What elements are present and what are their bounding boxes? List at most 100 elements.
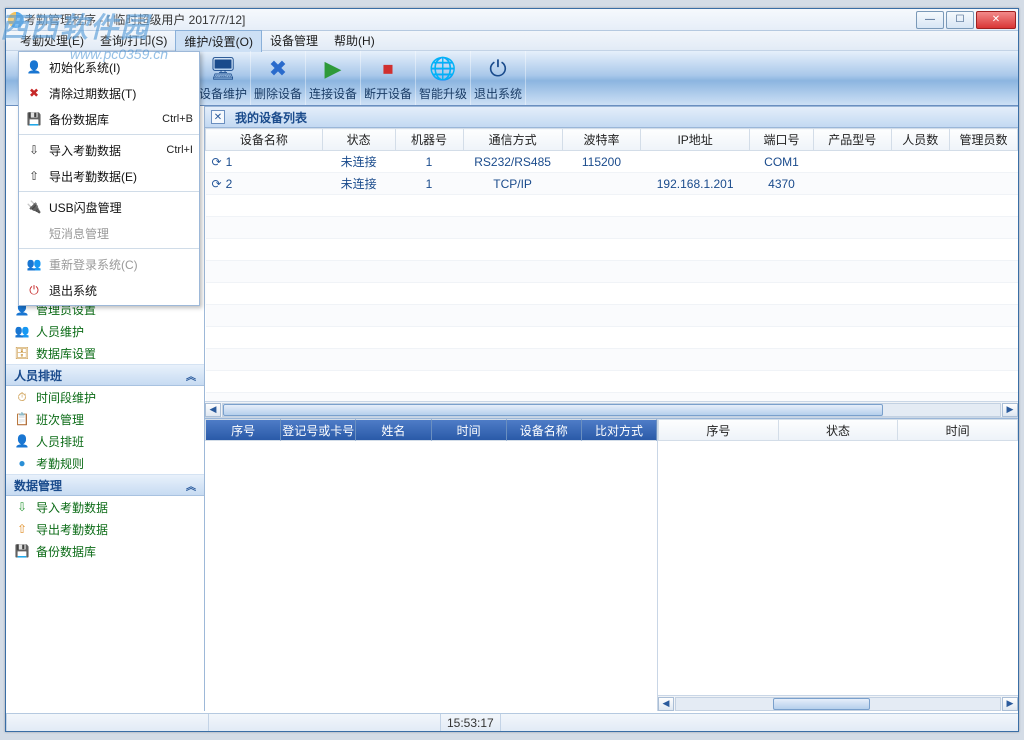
toolbar-btn-1[interactable]: ✖删除设备: [251, 51, 306, 105]
close-button[interactable]: ✕: [976, 11, 1016, 29]
bottom-left-col[interactable]: 姓名: [356, 419, 431, 441]
sidebar-item[interactable]: ⏱时间段维护: [6, 386, 204, 408]
minimize-button[interactable]: —: [916, 11, 944, 29]
device-icon: ⟳: [212, 177, 222, 191]
sidebar-item[interactable]: 🗄数据库设置: [6, 342, 204, 364]
menu-device[interactable]: 设备管理: [262, 30, 326, 51]
toolbar-label: 删除设备: [254, 85, 302, 102]
dropdown-item-7[interactable]: 🔌 USB闪盘管理: [19, 194, 199, 220]
dropdown-item-2[interactable]: 💾备份数据库Ctrl+B: [19, 106, 199, 132]
scroll-right-icon[interactable]: ▶: [1002, 403, 1018, 417]
bottom-left-col[interactable]: 比对方式: [582, 419, 657, 441]
bottom-right-hscrollbar[interactable]: ◀ ▶: [658, 695, 1018, 711]
sidebar-item-label: 人员维护: [36, 323, 84, 340]
grid-col-header[interactable]: 管理员数: [949, 129, 1017, 151]
toolbar-label: 智能升级: [419, 85, 467, 102]
sidebar-item-icon: ⇧: [14, 521, 30, 537]
bottom-right-col[interactable]: 状态: [779, 419, 899, 441]
sidebar-item-label: 人员排班: [36, 433, 84, 450]
dropdown-item-4[interactable]: ⇩ 导入考勤数据 Ctrl+I: [19, 137, 199, 163]
sidebar-item[interactable]: 💾备份数据库: [6, 540, 204, 562]
grid-col-header[interactable]: 端口号: [750, 129, 814, 151]
dropdown-item-label: 导入考勤数据: [49, 142, 160, 159]
grid-col-header[interactable]: IP地址: [641, 129, 750, 151]
app-window: 考勤管理程序 - [ 临时超级用户 2017/7/12] — ☐ ✕ 考勤处理(…: [5, 8, 1019, 732]
sidebar-header-label: 数据管理: [14, 477, 62, 494]
bottom-left-panel: 序号登记号或卡号姓名时间设备名称比对方式: [205, 419, 658, 711]
grid-col-header[interactable]: 产品型号: [813, 129, 891, 151]
tab-close-icon[interactable]: ✕: [211, 110, 225, 124]
dropdown-item-10: 👥 重新登录系统(C): [19, 251, 199, 277]
dropdown-item-label: 退出系统: [49, 282, 187, 299]
dropdown-item-11[interactable]: ⏻ 退出系统: [19, 277, 199, 303]
app-icon: [8, 12, 24, 28]
toolbar-btn-4[interactable]: 🌐智能升级: [416, 51, 471, 105]
sidebar-header-label: 人员排班: [14, 367, 62, 384]
menu-query[interactable]: 查询/打印(S): [92, 30, 175, 51]
grid-col-header[interactable]: 设备名称: [206, 129, 323, 151]
dropdown-menu: 👤初始化系统(I)✖清除过期数据(T)💾备份数据库Ctrl+B⇩导入考勤数据Ct…: [18, 51, 200, 306]
dropdown-item-label: 初始化系统(I): [49, 59, 187, 76]
bottom-right-col[interactable]: 时间: [898, 419, 1018, 441]
sidebar-item-label: 数据库设置: [36, 345, 96, 362]
table-row[interactable]: ⟳2未连接1TCP/IP192.168.1.2014370: [206, 173, 1018, 195]
dropdown-item-0[interactable]: 👤 初始化系统(I): [19, 54, 199, 80]
dropdown-item-icon: [25, 224, 43, 242]
bottom-left-col[interactable]: 序号: [205, 419, 281, 441]
status-time: 15:53:17: [440, 714, 500, 731]
table-row[interactable]: ⟳1未连接1RS232/RS485115200COM1: [206, 151, 1018, 173]
toolbar-icon: ▶: [319, 55, 347, 83]
sidebar-item-label: 备份数据库: [36, 543, 96, 560]
sidebar-item[interactable]: ⇩导入考勤数据: [6, 496, 204, 518]
dropdown-item-icon: 💾: [25, 110, 43, 128]
tab-bar: ✕ 我的设备列表: [205, 106, 1018, 128]
bottom-left-col[interactable]: 设备名称: [507, 419, 582, 441]
dropdown-item-icon: ⇩: [25, 141, 43, 159]
menu-help[interactable]: 帮助(H): [326, 30, 383, 51]
toolbar-btn-0[interactable]: 🖥设备维护: [196, 51, 251, 105]
dropdown-item-icon: ⇧: [25, 167, 43, 185]
scroll-left-icon[interactable]: ◀: [658, 697, 674, 711]
toolbar-icon: ⏹: [374, 55, 402, 83]
grid-col-header[interactable]: 状态: [322, 129, 395, 151]
toolbar-label: 连接设备: [309, 85, 357, 102]
sidebar-item[interactable]: ⇧导出考勤数据: [6, 518, 204, 540]
grid-col-header[interactable]: 通信方式: [463, 129, 562, 151]
chevron-up-icon: ︽: [186, 478, 196, 493]
sidebar-header[interactable]: 人员排班︽: [6, 364, 204, 386]
menu-attendance[interactable]: 考勤处理(E): [12, 30, 92, 51]
tab-device-list[interactable]: 我的设备列表: [229, 107, 313, 128]
dropdown-item-icon: ⏻: [25, 281, 43, 299]
toolbar-btn-5[interactable]: ⏻退出系统: [471, 51, 526, 105]
scroll-left-icon[interactable]: ◀: [205, 403, 221, 417]
dropdown-item-icon: 🔌: [25, 198, 43, 216]
dropdown-item-label: 清除过期数据(T): [49, 85, 187, 102]
bottom-left-col[interactable]: 登记号或卡号: [281, 419, 356, 441]
toolbar-btn-2[interactable]: ▶ 连接设备: [306, 51, 361, 105]
dropdown-item-icon: 👤: [25, 58, 43, 76]
sidebar-header[interactable]: 数据管理 ︽: [6, 474, 204, 496]
grid-col-header[interactable]: 波特率: [562, 129, 641, 151]
dropdown-item-1[interactable]: ✖清除过期数据(T): [19, 80, 199, 106]
dropdown-item-5[interactable]: ⇧导出考勤数据(E): [19, 163, 199, 189]
toolbar-btn-3[interactable]: ⏹ 断开设备: [361, 51, 416, 105]
grid-col-header[interactable]: 机器号: [395, 129, 463, 151]
toolbar-label: 断开设备: [364, 85, 412, 102]
dropdown-item-label: 重新登录系统(C): [49, 256, 187, 273]
maximize-button[interactable]: ☐: [946, 11, 974, 29]
menu-maintenance[interactable]: 维护/设置(O): [175, 30, 262, 52]
dropdown-item-shortcut: Ctrl+I: [166, 144, 193, 156]
dropdown-item-label: USB闪盘管理: [49, 199, 187, 216]
bottom-right-col[interactable]: 序号: [658, 419, 779, 441]
toolbar-label: 退出系统: [474, 85, 522, 102]
scroll-right-icon[interactable]: ▶: [1002, 697, 1018, 711]
dropdown-item-icon: 👥: [25, 255, 43, 273]
sidebar-item[interactable]: ●考勤规则: [6, 452, 204, 474]
sidebar-item[interactable]: 📋班次管理: [6, 408, 204, 430]
grid-hscrollbar[interactable]: ◀ ▶: [205, 401, 1018, 417]
grid-col-header[interactable]: 人员数: [891, 129, 949, 151]
bottom-left-col[interactable]: 时间: [432, 419, 507, 441]
sidebar-item[interactable]: 👤人员排班: [6, 430, 204, 452]
dropdown-item-label: 备份数据库: [49, 111, 156, 128]
sidebar-item[interactable]: 👥人员维护: [6, 320, 204, 342]
